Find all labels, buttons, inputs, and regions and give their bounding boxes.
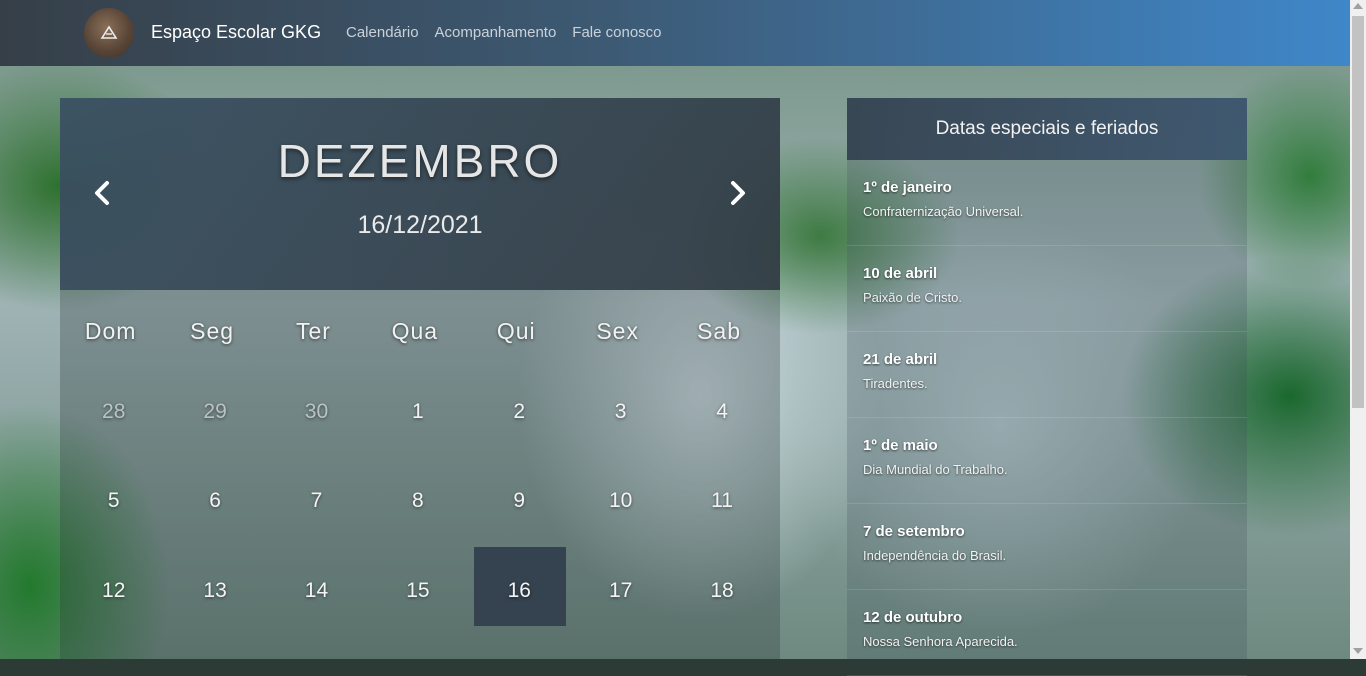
holiday-date: 1º de maio [863,437,938,454]
holiday-description: Confraternização Universal. [863,204,1024,219]
calendar-day-number: 18 [710,578,734,602]
calendar-day-number: 8 [412,489,424,513]
calendar-day-number: 13 [203,578,227,602]
calendar-week-row: 5 6 7 8 9 10 11 [63,457,773,547]
weekday-label: Qua [391,318,439,344]
holiday-item: 21 de abril Tiradentes. [847,332,1247,418]
nav-link-acompanhamento[interactable]: Acompanhamento [435,24,557,41]
month-title: DEZEMBRO [277,135,563,187]
weekday-label: Sex [596,318,639,344]
calendar-day-number: 4 [716,399,728,423]
holidays-title: Datas especiais e feriados [847,98,1247,160]
calendar-day[interactable]: 18 [671,546,772,636]
calendar-day[interactable]: 7 [266,457,367,547]
weekday-label: Sab [697,318,741,344]
next-month-button[interactable] [722,178,752,208]
calendar-day[interactable]: 15 [367,546,468,636]
weekday-row: Dom Seg Ter Qua Qui Sex Sab [60,290,770,345]
calendar-day-number: 15 [406,578,430,602]
top-navbar: Espaço Escolar GKG Calendário Acompanham… [0,0,1350,66]
calendar-day[interactable]: 6 [164,457,265,547]
calendar-day-number: 14 [304,578,329,602]
calendar-day[interactable]: 13 [164,546,265,636]
nav-link-fale-conosco[interactable]: Fale conosco [572,24,661,41]
calendar-day-number: 17 [608,578,633,602]
calendar-day-number: 9 [513,489,526,513]
calendar-day[interactable]: 4 [671,367,772,457]
calendar-week-row: 12 13 14 15 16 17 18 [63,546,773,636]
calendar: DEZEMBRO 16/12/2021 Dom Seg Ter Qua Qui … [60,98,780,659]
calendar-day-number: 29 [203,399,227,423]
logo-icon [100,25,118,39]
calendar-week-row: 28 29 30 1 2 3 4 [63,367,773,457]
calendar-day[interactable]: 28 [63,367,164,457]
calendar-day-number: 10 [608,489,633,513]
calendar-day[interactable]: 3 [570,367,671,457]
holiday-item: 7 de setembro Independência do Brasil. [847,504,1247,590]
nav-links: Calendário Acompanhamento Fale conosco [346,24,662,41]
holidays-panel: Datas especiais e feriados 1º de janeiro… [847,98,1247,676]
calendar-day[interactable]: 14 [266,546,367,636]
weekday-label: Qui [496,318,536,344]
calendar-day[interactable]: 9 [469,457,570,547]
weekday-label: Ter [296,318,331,344]
calendar-day-number: 12 [102,578,126,602]
weekday-label: Seg [190,318,235,344]
calendar-day-number: 30 [304,399,329,423]
school-logo[interactable] [84,8,134,58]
holiday-date: 7 de setembro [863,523,965,540]
calendar-day-number: 16 [507,578,531,602]
holiday-description: Independência do Brasil. [863,548,1007,563]
holiday-description: Nossa Senhora Aparecida. [863,634,1018,649]
nav-link-calendario[interactable]: Calendário [346,24,419,41]
holiday-description: Tiradentes. [863,376,928,391]
calendar-day-selected[interactable]: 16 [469,546,570,636]
calendar-day[interactable]: 29 [164,367,265,457]
calendar-day-number: 6 [209,489,221,513]
scrollbar-thumb[interactable] [1352,16,1364,408]
current-date: 16/12/2021 [357,211,483,239]
calendar-day-number: 11 [711,489,733,513]
calendar-day-number: 1 [412,399,424,423]
holiday-item: 1º de janeiro Confraternização Universal… [847,160,1247,246]
holiday-date: 12 de outubro [863,609,963,626]
calendar-day[interactable]: 1 [367,367,468,457]
holiday-item: 10 de abril Paixão de Cristo. [847,246,1247,332]
calendar-day[interactable]: 30 [266,367,367,457]
calendar-day[interactable]: 5 [63,457,164,547]
calendar-day[interactable]: 11 [671,457,772,547]
brand-title[interactable]: Espaço Escolar GKG [151,22,321,43]
calendar-day[interactable]: 10 [570,457,671,547]
holiday-item: 1º de maio Dia Mundial do Trabalho. [847,418,1247,504]
holiday-item: 12 de outubro Nossa Senhora Aparecida. [847,590,1247,676]
holiday-date: 10 de abril [863,265,938,282]
holiday-date: 21 de abril [863,351,938,368]
calendar-body: Dom Seg Ter Qua Qui Sex Sab 28 29 30 1 2 3 4 5 6… [60,290,780,659]
calendar-header: DEZEMBRO 16/12/2021 [60,98,780,290]
calendar-days-grid: 28 29 30 1 2 3 4 5 6 7 8 9 10 11 12 13 14 15 16 17 18 [63,367,773,636]
holiday-description: Dia Mundial do Trabalho. [863,462,1008,477]
chevron-right-icon [731,181,745,205]
calendar-day-number: 3 [614,399,627,423]
calendar-day-number: 5 [107,489,120,513]
calendar-day-number: 7 [310,489,323,513]
holiday-date: 1º de janeiro [863,179,952,196]
holidays-list: 1º de janeiro Confraternização Universal… [847,160,1247,676]
weekday-label: Dom [84,318,137,344]
scroll-down-arrow-icon[interactable] [1353,648,1363,654]
scroll-up-arrow-icon[interactable] [1353,3,1363,9]
calendar-day-number: 28 [102,399,126,423]
calendar-day-number: 2 [513,399,526,423]
calendar-day[interactable]: 12 [63,546,164,636]
calendar-day[interactable]: 17 [570,546,671,636]
calendar-day[interactable]: 2 [469,367,570,457]
calendar-day[interactable]: 8 [367,457,468,547]
holiday-description: Paixão de Cristo. [863,290,962,305]
